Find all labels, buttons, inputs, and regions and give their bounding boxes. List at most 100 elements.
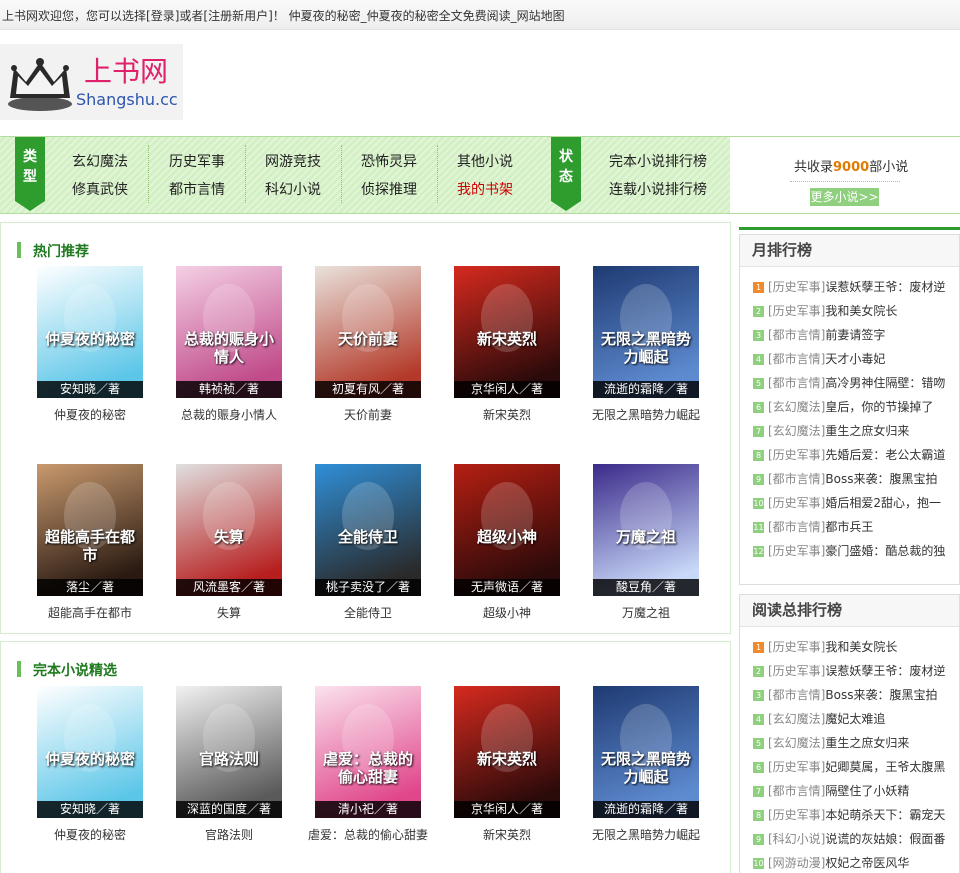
rank-book-title: Boss来袭：腹黑宝拍	[825, 472, 938, 486]
nav-qita[interactable]: 其他小说	[457, 151, 513, 171]
rank-item[interactable]: 8 [历史军事]本妃萌杀天下：霸宠天	[740, 803, 959, 827]
book-cover[interactable]: 全能侍卫 桃子卖没了／著	[315, 464, 421, 596]
rank-book-title: 都市兵王	[825, 520, 874, 534]
rank-item[interactable]: 5 [玄幻魔法]重生之庶女归来	[740, 731, 959, 755]
book-cover[interactable]: 无限之黑暗势力崛起 流逝的霜降／著	[593, 686, 699, 818]
rank-number-badge: 10	[753, 498, 764, 509]
book-title[interactable]: 官路法则	[159, 824, 299, 846]
book-cover[interactable]: 仲夏夜的秘密 安知晓／著	[37, 266, 143, 398]
book-title[interactable]: 仲夏夜的秘密	[20, 824, 160, 846]
site-logo[interactable]: 上书网 Shangshu.cc	[0, 44, 183, 120]
book-cover[interactable]: 天价前妻 初夏有风／著	[315, 266, 421, 398]
type-tag: 类 型	[15, 137, 45, 211]
book-author: 酸豆角／著	[593, 579, 699, 596]
nav-zhentan[interactable]: 侦探推理	[361, 179, 417, 199]
rank-item[interactable]: 1 [历史军事]误惹妖孽王爷：废材逆	[740, 275, 959, 299]
type-tag-char-1: 类	[23, 149, 37, 165]
register-link[interactable]: 注册新用户	[208, 9, 268, 23]
book-cover[interactable]: 虐爱：总裁的偷心甜妻 清小祀／著	[315, 686, 421, 818]
finished-panel: 完本小说精选 仲夏夜的秘密 安知晓／著 仲夏夜的秘密 官路法则 深蓝的国度／著 官路法则虐…	[0, 641, 731, 873]
rank-number-badge: 2	[753, 306, 764, 317]
rank-item[interactable]: 10 [历史军事]婚后相爱2甜心，抱一	[740, 491, 959, 515]
nav-dushi[interactable]: 都市言情	[169, 179, 225, 199]
rank-book-title: 先婚后爱：老公太霸道	[825, 448, 946, 462]
book-count-box: 共收录9000部小说 更多小说>>	[730, 136, 960, 214]
book-cover[interactable]: 总裁的赈身小情人 韩祯祯／著	[176, 266, 282, 398]
rank-book-title: 隔壁住了小妖精	[825, 784, 910, 798]
book-title[interactable]: 全能侍卫	[298, 602, 438, 624]
book-title[interactable]: 虐爱：总裁的偷心甜妻	[298, 824, 438, 846]
nav-xuanhuan[interactable]: 玄幻魔法	[72, 151, 128, 171]
nav-lishi[interactable]: 历史军事	[169, 151, 225, 171]
book-cover[interactable]: 失算 风流墨客／著	[176, 464, 282, 596]
cover-title-text: 仲夏夜的秘密	[44, 330, 135, 348]
rank-item[interactable]: 2 [历史军事]我和美女院长	[740, 299, 959, 323]
book-title[interactable]: 无限之黑暗势力崛起	[576, 404, 716, 426]
rank-item[interactable]: 3 [都市言情]Boss来袭：腹黑宝拍	[740, 683, 959, 707]
rank-item[interactable]: 9 [科幻小说]说谎的灰姑娘：假面番	[740, 827, 959, 851]
rank-item[interactable]: 6 [玄幻魔法]皇后，你的节操掉了	[740, 395, 959, 419]
more-novels-button[interactable]: 更多小说>>	[810, 188, 879, 206]
rank-number-badge: 4	[753, 714, 764, 725]
book-title[interactable]: 新宋英烈	[437, 824, 577, 846]
nav-xiuzhen[interactable]: 修真武侠	[72, 179, 128, 199]
nav-wangyou[interactable]: 网游竞技	[265, 151, 321, 171]
book-cover[interactable]: 超级小神 无声微语／著	[454, 464, 560, 596]
nav-bookshelf[interactable]: 我的书架	[457, 179, 513, 199]
rank-book-title: 我和美女院长	[825, 304, 898, 318]
login-link[interactable]: 登录	[151, 9, 175, 23]
cover-title-text: 超级小神	[476, 528, 537, 546]
monthly-rank-title: 月排行榜	[740, 235, 959, 267]
book-title[interactable]: 超能高手在都市	[20, 602, 160, 624]
book-cover[interactable]: 新宋英烈 京华闲人／著	[454, 686, 560, 818]
rank-item[interactable]: 4 [玄幻魔法]魔妃太难追	[740, 707, 959, 731]
book-title[interactable]: 总裁的赈身小情人	[159, 404, 299, 426]
rank-item[interactable]: 10 [网游动漫]权妃之帝医风华	[740, 851, 959, 873]
rank-item[interactable]: 7 [都市言情]隔壁住了小妖精	[740, 779, 959, 803]
book-cover[interactable]: 仲夏夜的秘密 安知晓／著	[37, 686, 143, 818]
rank-item[interactable]: 12 [历史军事]豪门盛婚：酷总裁的独	[740, 539, 959, 563]
rank-item[interactable]: 9 [都市言情]Boss来袭：腹黑宝拍	[740, 467, 959, 491]
rank-book-title: 天才小毒妃	[825, 352, 886, 366]
cover-title-text: 无限之黑暗势力崛起	[600, 750, 691, 786]
book-title[interactable]: 超级小神	[437, 602, 577, 624]
book-cover[interactable]: 新宋英烈京华闲人／著	[454, 266, 560, 398]
rank-category: [玄幻魔法]	[768, 712, 826, 726]
count-number: 9000	[833, 160, 870, 175]
book-title[interactable]: 无限之黑暗势力崛起	[576, 824, 716, 846]
cover-title-text: 新宋英烈	[476, 330, 537, 348]
cover-title-text: 无限之黑暗势力崛起	[600, 330, 691, 366]
rank-item[interactable]: 2 [历史军事]误惹妖孽王爷：废材逆	[740, 659, 959, 683]
book-cover[interactable]: 官路法则深蓝的国度／著	[176, 686, 282, 818]
nav-kehuan[interactable]: 科幻小说	[265, 179, 321, 199]
book-title[interactable]: 失算	[159, 602, 299, 624]
book-title[interactable]: 天价前妻	[298, 404, 438, 426]
cover-title-text: 官路法则	[198, 750, 259, 768]
nav-finished-rank[interactable]: 完本小说排行榜	[609, 151, 707, 171]
book-author: 落尘／著	[37, 579, 143, 596]
book-cover[interactable]: 无限之黑暗势力崛起 流逝的霜降／著	[593, 266, 699, 398]
nav-serial-rank[interactable]: 连载小说排行榜	[609, 179, 707, 199]
book-title[interactable]: 新宋英烈	[437, 404, 577, 426]
rank-item[interactable]: 4 [都市言情]天才小毒妃	[740, 347, 959, 371]
book-cover[interactable]: 超能高手在都市 落尘／著	[37, 464, 143, 596]
rank-number-badge: 1	[753, 642, 764, 653]
book-author: 京华闲人／著	[454, 381, 560, 398]
rank-item[interactable]: 6 [历史军事]妃卿莫属，王爷太腹黑	[740, 755, 959, 779]
rank-item[interactable]: 11 [都市言情]都市兵王	[740, 515, 959, 539]
rank-number-badge: 9	[753, 834, 764, 845]
rank-number-badge: 5	[753, 378, 764, 389]
nav-kongbu[interactable]: 恐怖灵异	[361, 151, 417, 171]
rank-item[interactable]: 7 [玄幻魔法]重生之庶女归来	[740, 419, 959, 443]
rank-item[interactable]: 1 [历史军事]我和美女院长	[740, 635, 959, 659]
rank-book-title: 误惹妖孽王爷：废材逆	[825, 280, 946, 294]
type-tag-char-2: 型	[23, 169, 37, 185]
book-title[interactable]: 万魔之祖	[576, 602, 716, 624]
book-author: 深蓝的国度／著	[176, 801, 282, 818]
book-cover[interactable]: 万魔之祖 酸豆角／著	[593, 464, 699, 596]
book-title[interactable]: 仲夏夜的秘密	[20, 404, 160, 426]
rank-item[interactable]: 5 [都市言情]高冷男神住隔壁：错吻	[740, 371, 959, 395]
rank-item[interactable]: 8 [历史军事]先婚后爱：老公太霸道	[740, 443, 959, 467]
rank-item[interactable]: 3 [都市言情]前妻请签字	[740, 323, 959, 347]
rank-number-badge: 1	[753, 282, 764, 293]
